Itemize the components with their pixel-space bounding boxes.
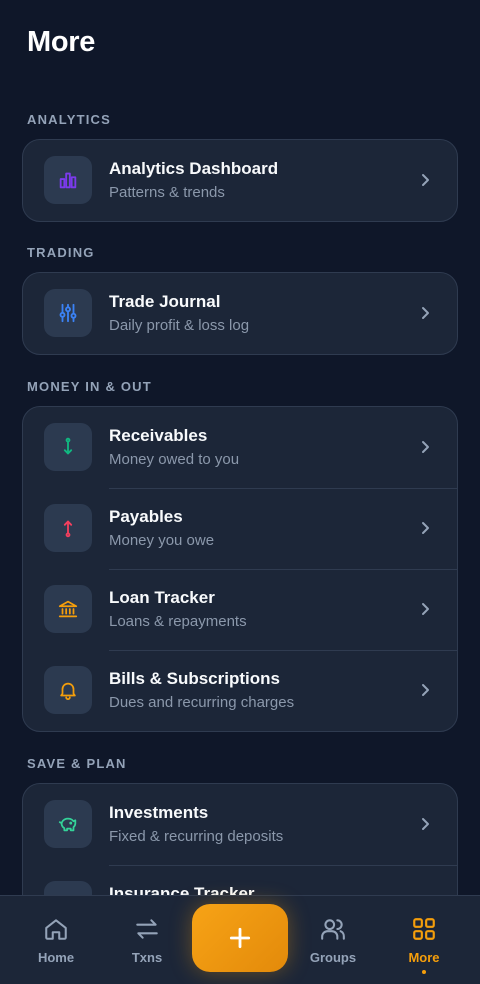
menu-item-subtitle: Loans & repayments	[109, 613, 247, 630]
nav-label-groups: Groups	[309, 950, 357, 965]
analytics-card: Analytics Dashboard Patterns & trends	[22, 139, 458, 222]
nav-txns[interactable]: Txns	[107, 914, 187, 965]
menu-item-title: Payables	[109, 507, 183, 526]
section-label-trading: TRADING	[27, 245, 95, 260]
section-label-money: MONEY IN & OUT	[27, 379, 152, 394]
menu-item-title: Receivables	[109, 426, 208, 445]
section-label-save-plan: SAVE & PLAN	[27, 756, 127, 771]
chevron-right-icon	[422, 441, 429, 453]
plus-icon	[229, 927, 251, 949]
menu-item-subtitle: Dues and recurring charges	[109, 694, 295, 711]
add-transaction-button[interactable]	[192, 904, 288, 972]
trading-card: Trade Journal Daily profit & loss log	[22, 272, 458, 355]
menu-item-title: Investments	[109, 803, 209, 822]
menu-item-title: Analytics Dashboard	[109, 159, 279, 178]
nav-label-txns: Txns	[131, 950, 163, 965]
arrow-in-icon	[44, 423, 92, 471]
menu-item-investments[interactable]: Investments Fixed & recurring deposits	[23, 784, 457, 865]
bar-chart-icon	[44, 156, 92, 204]
arrow-out-icon	[44, 504, 92, 552]
chevron-right-icon	[422, 818, 429, 830]
section-label-analytics: ANALYTICS	[27, 112, 111, 127]
nav-label-more: More	[408, 950, 440, 965]
menu-item-title: Trade Journal	[109, 292, 221, 311]
nav-groups[interactable]: Groups	[293, 914, 373, 965]
menu-item-loan-tracker[interactable]: Loan Tracker Loans & repayments	[23, 569, 457, 650]
bell-icon	[44, 666, 92, 714]
menu-item-payables[interactable]: Payables Money you owe	[23, 488, 457, 569]
page-title: More	[27, 26, 96, 58]
chevron-right-icon	[422, 307, 429, 319]
menu-item-subtitle: Daily profit & loss log	[109, 317, 250, 334]
piggy-bank-icon	[44, 800, 92, 848]
menu-item-title: Bills & Subscriptions	[109, 669, 280, 688]
active-indicator-dot	[422, 970, 426, 974]
nav-more[interactable]: More	[384, 914, 464, 974]
sliders-icon	[44, 289, 92, 337]
menu-item-subtitle: Money you owe	[109, 532, 215, 549]
nav-home[interactable]: Home	[16, 914, 96, 965]
menu-item-subtitle: Fixed & recurring deposits	[109, 828, 284, 845]
menu-item-trade-journal[interactable]: Trade Journal Daily profit & loss log	[23, 273, 457, 354]
grid-icon	[384, 914, 464, 944]
bank-icon	[44, 585, 92, 633]
menu-item-bills-subscriptions[interactable]: Bills & Subscriptions Dues and recurring…	[23, 650, 457, 731]
menu-item-analytics-dashboard[interactable]: Analytics Dashboard Patterns & trends	[23, 140, 457, 221]
menu-item-subtitle: Patterns & trends	[109, 184, 225, 201]
swap-arrows-icon	[107, 914, 187, 944]
home-icon	[16, 914, 96, 944]
chevron-right-icon	[422, 174, 429, 186]
menu-item-receivables[interactable]: Receivables Money owed to you	[23, 407, 457, 488]
more-screen: More ANALYTICS Analytics Dashboard Patte…	[0, 0, 480, 984]
menu-item-title: Loan Tracker	[109, 588, 215, 607]
money-card: Receivables Money owed to you Payables M…	[22, 406, 458, 732]
users-icon	[293, 914, 373, 944]
menu-item-subtitle: Money owed to you	[109, 451, 240, 468]
chevron-right-icon	[422, 603, 429, 615]
chevron-right-icon	[422, 684, 429, 696]
nav-label-home: Home	[37, 950, 75, 965]
chevron-right-icon	[422, 522, 429, 534]
